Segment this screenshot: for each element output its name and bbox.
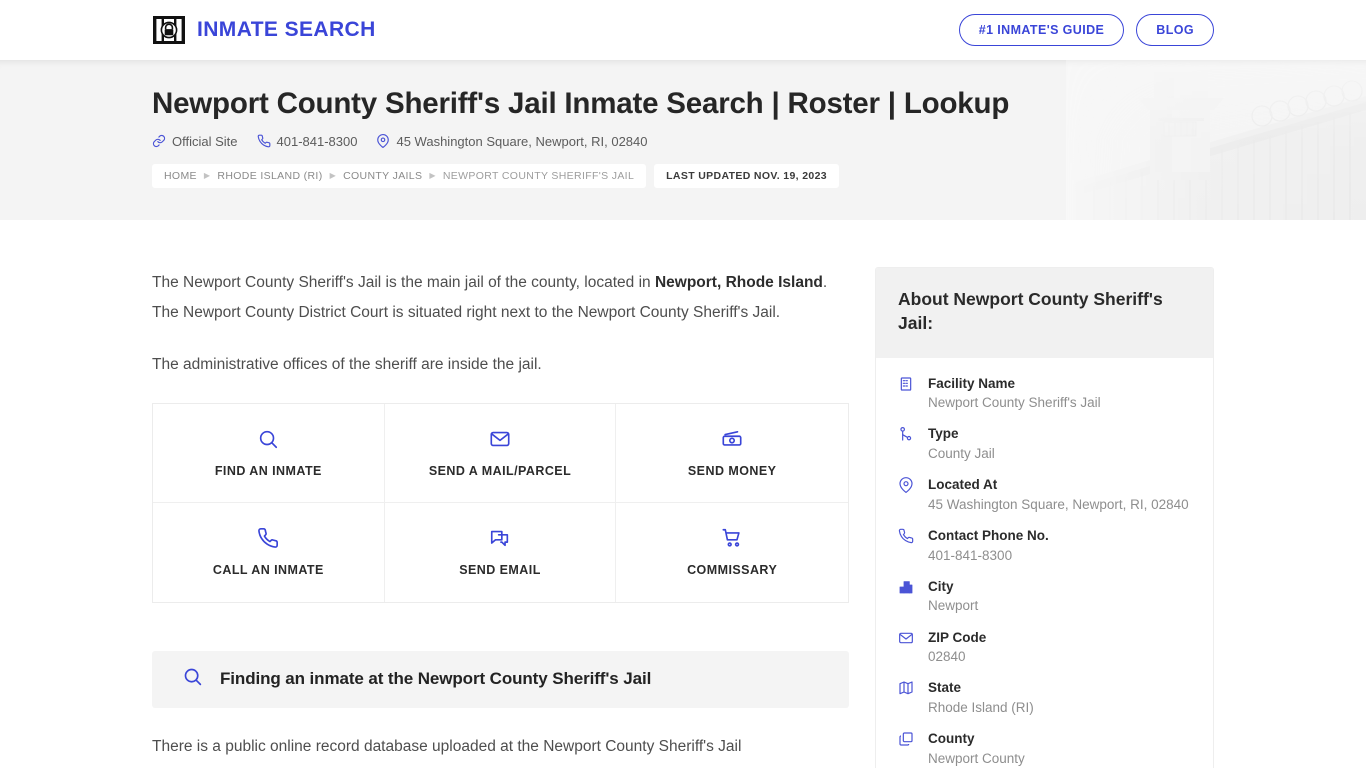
hero-address: 45 Washington Square, Newport, RI, 02840 bbox=[376, 134, 647, 149]
action-grid: FIND AN INMATE SEND A MAIL/PARCEL SEND M… bbox=[152, 402, 849, 603]
hero-address-label: 45 Washington Square, Newport, RI, 02840 bbox=[396, 133, 648, 149]
info-row-state: State Rhode Island (RI) bbox=[898, 678, 1191, 718]
info-row-located-at: Located At 45 Washington Square, Newport… bbox=[898, 475, 1191, 515]
finding-inmate-section-header: Finding an inmate at the Newport County … bbox=[152, 650, 849, 708]
action-label: SEND A MAIL/PARCEL bbox=[428, 463, 572, 478]
blog-button[interactable]: BLOG bbox=[1136, 13, 1214, 47]
phone-icon bbox=[257, 134, 271, 148]
breadcrumb-item-current[interactable]: NEWPORT COUNTY SHERIFF'S JAIL bbox=[443, 170, 634, 182]
intro-paragraph: The Newport County Sheriff's Jail is the… bbox=[152, 268, 849, 328]
info-value: County Jail bbox=[928, 445, 995, 461]
inmates-guide-button[interactable]: #1 INMATE'S GUIDE bbox=[958, 13, 1125, 47]
about-panel-title: About Newport County Sheriff's Jail: bbox=[898, 289, 1163, 333]
envelope-icon bbox=[898, 628, 916, 668]
info-label: Type bbox=[928, 426, 959, 442]
action-label: FIND AN INMATE bbox=[214, 463, 322, 478]
site-header: INMATE SEARCH #1 INMATE'S GUIDE BLOG bbox=[0, 0, 1366, 60]
main-content: The Newport County Sheriff's Jail is the… bbox=[152, 220, 849, 762]
action-label: SEND MONEY bbox=[687, 463, 777, 478]
info-label: County bbox=[928, 731, 975, 747]
layers-icon bbox=[898, 729, 916, 768]
info-label: State bbox=[928, 680, 962, 696]
info-value: Rhode Island (RI) bbox=[928, 700, 1034, 716]
info-label: Contact Phone No. bbox=[928, 528, 1049, 544]
action-send-money[interactable]: SEND MONEY bbox=[616, 403, 848, 503]
action-label: SEND EMAIL bbox=[459, 563, 541, 578]
info-value: 02840 bbox=[928, 649, 966, 665]
info-label: ZIP Code bbox=[928, 629, 987, 645]
hero-phone[interactable]: 401-841-8300 bbox=[257, 133, 358, 149]
phone-icon bbox=[898, 526, 916, 566]
about-panel-header: About Newport County Sheriff's Jail: bbox=[876, 268, 1213, 358]
info-label: Facility Name bbox=[928, 375, 1016, 391]
breadcrumb-separator-icon: ▶ bbox=[203, 170, 211, 180]
city-icon bbox=[898, 577, 916, 617]
link-icon bbox=[152, 134, 166, 148]
info-value: 401-841-8300 bbox=[928, 547, 1013, 563]
hero-section: Newport County Sheriff's Jail Inmate Sea… bbox=[0, 60, 1366, 220]
breadcrumb-item-state[interactable]: RHODE ISLAND (RI) bbox=[217, 170, 322, 182]
section-body-text: There is a public online record database… bbox=[152, 737, 742, 755]
chat-icon bbox=[489, 527, 511, 549]
map-pin-icon bbox=[898, 475, 916, 515]
money-icon bbox=[721, 428, 743, 450]
action-label: COMMISSARY bbox=[687, 563, 778, 578]
action-send-a-mail-parcel[interactable]: SEND A MAIL/PARCEL bbox=[384, 403, 617, 503]
about-panel: About Newport County Sheriff's Jail: Fac… bbox=[875, 267, 1214, 768]
sidebar: About Newport County Sheriff's Jail: Fac… bbox=[875, 220, 1214, 768]
official-site-link[interactable]: Official Site bbox=[152, 134, 238, 149]
breadcrumb-item-county-jails[interactable]: COUNTY JAILS bbox=[343, 170, 422, 182]
info-row-city: City Newport bbox=[898, 577, 1191, 617]
search-icon bbox=[182, 666, 203, 692]
last-updated-badge: LAST UPDATED NOV. 19, 2023 bbox=[654, 163, 839, 188]
info-value: Newport bbox=[928, 598, 979, 614]
info-row-county: County Newport County bbox=[898, 729, 1191, 768]
admin-offices-paragraph: The administrative offices of the sherif… bbox=[152, 356, 542, 374]
about-panel-body: Facility Name Newport County Sheriff's J… bbox=[876, 358, 1213, 768]
info-label: Located At bbox=[928, 477, 998, 493]
official-site-label: Official Site bbox=[172, 133, 238, 149]
action-call-an-inmate[interactable]: CALL AN INMATE bbox=[153, 502, 385, 602]
intro-paragraph-bold: Newport, Rhode Island bbox=[654, 274, 823, 291]
building-icon bbox=[898, 374, 916, 414]
breadcrumb-list: HOME ▶ RHODE ISLAND (RI) ▶ COUNTY JAILS … bbox=[152, 163, 647, 188]
map-icon bbox=[898, 678, 916, 718]
breadcrumb-separator-icon: ▶ bbox=[429, 170, 436, 180]
info-row-facility-name: Facility Name Newport County Sheriff's J… bbox=[898, 374, 1191, 414]
page-title: Newport County Sheriff's Jail Inmate Sea… bbox=[152, 87, 1010, 120]
info-row-contact-phone: Contact Phone No. 401-841-8300 bbox=[898, 526, 1191, 566]
map-pin-icon bbox=[376, 134, 390, 149]
breadcrumb-separator-icon: ▶ bbox=[329, 170, 337, 180]
breadcrumb-item-home[interactable]: HOME bbox=[164, 170, 197, 182]
action-label: CALL AN INMATE bbox=[212, 563, 324, 578]
info-row-type: Type County Jail bbox=[898, 424, 1191, 464]
phone-icon bbox=[257, 527, 279, 549]
cart-icon bbox=[721, 527, 743, 549]
info-label: City bbox=[928, 578, 954, 594]
info-value: 45 Washington Square, Newport, RI, 02840 bbox=[928, 496, 1189, 512]
page-body: The Newport County Sheriff's Jail is the… bbox=[0, 220, 1366, 768]
envelope-icon bbox=[489, 428, 511, 450]
info-value: Newport County bbox=[928, 750, 1025, 766]
header-actions: #1 INMATE'S GUIDE BLOG bbox=[958, 13, 1214, 47]
intro-paragraph-pre: The Newport County Sheriff's Jail is the… bbox=[152, 274, 655, 291]
search-icon bbox=[257, 428, 279, 450]
hero-phone-label: 401-841-8300 bbox=[276, 133, 358, 149]
info-row-zip-code: ZIP Code 02840 bbox=[898, 628, 1191, 668]
hero-meta: Official Site 401-841-8300 45 Washington… bbox=[152, 134, 1214, 149]
brand-logo-link[interactable]: INMATE SEARCH bbox=[152, 14, 376, 46]
node-type-icon bbox=[898, 424, 916, 464]
breadcrumb: HOME ▶ RHODE ISLAND (RI) ▶ COUNTY JAILS … bbox=[152, 163, 1214, 188]
action-find-an-inmate[interactable]: FIND AN INMATE bbox=[153, 403, 385, 503]
action-commissary[interactable]: COMMISSARY bbox=[616, 502, 848, 602]
section-heading: Finding an inmate at the Newport County … bbox=[220, 669, 652, 689]
action-send-email[interactable]: SEND EMAIL bbox=[384, 502, 617, 602]
jail-bars-padlock-icon bbox=[152, 14, 186, 46]
info-value: Newport County Sheriff's Jail bbox=[928, 395, 1101, 411]
brand-name: INMATE SEARCH bbox=[197, 18, 376, 41]
